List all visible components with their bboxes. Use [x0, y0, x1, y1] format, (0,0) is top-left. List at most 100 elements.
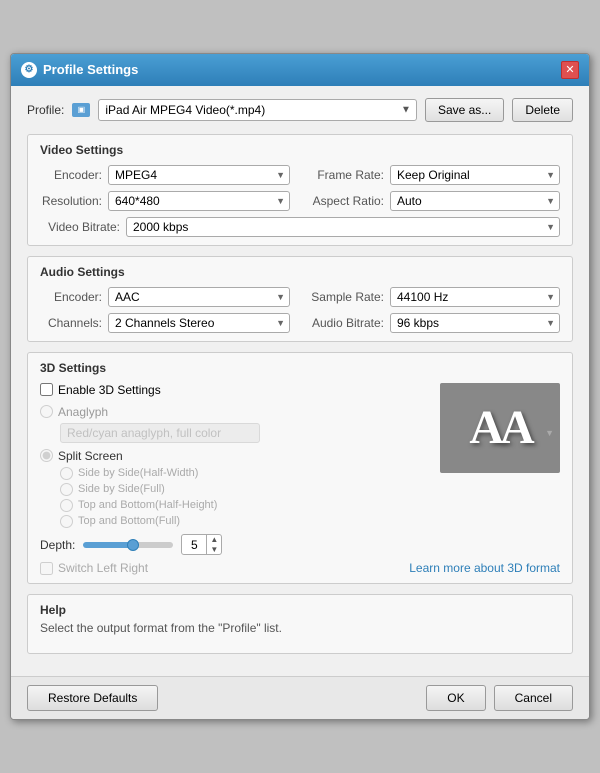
audio-encoder-select[interactable]: AAC: [108, 287, 290, 307]
frame-rate-label: Frame Rate:: [310, 168, 384, 182]
frame-rate-pair: Frame Rate: Keep Original ▼: [310, 165, 560, 185]
resolution-control: 640*480 ▼: [108, 191, 290, 211]
audio-bitrate-pair: Audio Bitrate: 96 kbps ▼: [310, 313, 560, 333]
main-content: Profile: ▣ iPad Air MPEG4 Video(*.mp4) ▼…: [11, 86, 589, 676]
learn-more-link[interactable]: Learn more about 3D format: [409, 561, 560, 575]
audio-row-2: Channels: 2 Channels Stereo ▼ Audio Bitr…: [40, 313, 560, 333]
frame-rate-control: Keep Original ▼: [390, 165, 560, 185]
switch-left-right-checkbox[interactable]: [40, 562, 53, 575]
help-title: Help: [40, 603, 560, 617]
depth-slider[interactable]: [83, 542, 173, 548]
aspect-ratio-label: Aspect Ratio:: [310, 194, 384, 208]
video-settings-section: Video Settings Encoder: MPEG4 ▼ Frame Ra…: [27, 134, 573, 246]
top-half-label[interactable]: Top and Bottom(Half-Height): [78, 499, 217, 511]
profile-select-wrap: iPad Air MPEG4 Video(*.mp4) ▼: [98, 99, 417, 121]
settings-3d-section: 3D Settings AA Enable 3D Settings Anagly…: [27, 352, 573, 584]
video-row-1: Encoder: MPEG4 ▼ Frame Rate: Keep Origin…: [40, 165, 560, 185]
app-icon: ⚙: [21, 62, 37, 78]
sample-rate-pair: Sample Rate: 44100 Hz ▼: [310, 287, 560, 307]
enable-3d-checkbox[interactable]: [40, 383, 53, 396]
depth-value: 5: [182, 537, 206, 553]
depth-label: Depth:: [40, 538, 75, 552]
audio-bitrate-select[interactable]: 96 kbps: [390, 313, 560, 333]
depth-spinner: ▲ ▼: [206, 535, 221, 554]
top-half-radio[interactable]: [60, 499, 73, 512]
audio-encoder-label: Encoder:: [40, 290, 102, 304]
encoder-label: Encoder:: [40, 168, 102, 182]
depth-decrement[interactable]: ▼: [207, 545, 221, 555]
profile-select[interactable]: iPad Air MPEG4 Video(*.mp4): [98, 99, 417, 121]
anaglyph-select[interactable]: Red/cyan anaglyph, full color: [60, 423, 260, 443]
profile-row: Profile: ▣ iPad Air MPEG4 Video(*.mp4) ▼…: [27, 98, 573, 122]
enable-3d-label[interactable]: Enable 3D Settings: [58, 383, 161, 397]
anaglyph-radio[interactable]: [40, 405, 53, 418]
help-section: Help Select the output format from the "…: [27, 594, 573, 654]
help-text: Select the output format from the "Profi…: [40, 621, 560, 635]
footer-right: OK Cancel: [426, 685, 573, 711]
side-full-radio[interactable]: [60, 483, 73, 496]
audio-row-1: Encoder: AAC ▼ Sample Rate: 44100 Hz: [40, 287, 560, 307]
cancel-button[interactable]: Cancel: [494, 685, 573, 711]
depth-value-box: 5 ▲ ▼: [181, 534, 222, 555]
side-half-label[interactable]: Side by Side(Half-Width): [78, 467, 198, 479]
ok-button[interactable]: OK: [426, 685, 485, 711]
aspect-ratio-pair: Aspect Ratio: Auto ▼: [310, 191, 560, 211]
audio-bitrate-control: 96 kbps ▼: [390, 313, 560, 333]
encoder-control: MPEG4 ▼: [108, 165, 290, 185]
audio-encoder-pair: Encoder: AAC ▼: [40, 287, 290, 307]
video-bitrate-label: Video Bitrate:: [40, 220, 120, 234]
aspect-ratio-control: Auto ▼: [390, 191, 560, 211]
video-bitrate-select[interactable]: 2000 kbps: [126, 217, 560, 237]
save-as-button[interactable]: Save as...: [425, 98, 504, 122]
video-settings-title: Video Settings: [40, 143, 560, 157]
switch-left-right-label[interactable]: Switch Left Right: [58, 561, 148, 575]
restore-defaults-button[interactable]: Restore Defaults: [27, 685, 158, 711]
split-screen-label[interactable]: Split Screen: [58, 449, 123, 463]
slider-thumb: [127, 539, 139, 551]
split-screen-radio[interactable]: [40, 449, 53, 462]
audio-bitrate-label: Audio Bitrate:: [310, 316, 384, 330]
frame-rate-select[interactable]: Keep Original: [390, 165, 560, 185]
title-bar: ⚙ Profile Settings ✕: [11, 54, 589, 86]
side-full-label[interactable]: Side by Side(Full): [78, 483, 165, 495]
window-title: Profile Settings: [43, 62, 138, 77]
anaglyph-label[interactable]: Anaglyph: [58, 405, 108, 419]
delete-button[interactable]: Delete: [512, 98, 573, 122]
profile-icon: ▣: [72, 103, 90, 117]
title-bar-left: ⚙ Profile Settings: [21, 62, 138, 78]
switch-label-wrap: Switch Left Right: [40, 561, 148, 575]
profile-settings-window: ⚙ Profile Settings ✕ Profile: ▣ iPad Air…: [10, 53, 590, 720]
switch-row: Switch Left Right Learn more about 3D fo…: [40, 561, 560, 575]
sample-rate-label: Sample Rate:: [310, 290, 384, 304]
video-row-3: Video Bitrate: 2000 kbps ▼: [40, 217, 560, 237]
video-row-2: Resolution: 640*480 ▼ Aspect Ratio: Auto: [40, 191, 560, 211]
audio-settings-title: Audio Settings: [40, 265, 560, 279]
anaglyph-select-arrow: ▼: [545, 428, 554, 438]
encoder-pair: Encoder: MPEG4 ▼: [40, 165, 290, 185]
side-full-row: Side by Side(Full): [60, 483, 560, 496]
resolution-pair: Resolution: 640*480 ▼: [40, 191, 290, 211]
resolution-select[interactable]: 640*480: [108, 191, 290, 211]
split-screen-options: Side by Side(Half-Width) Side by Side(Fu…: [60, 467, 560, 528]
aspect-ratio-select[interactable]: Auto: [390, 191, 560, 211]
channels-pair: Channels: 2 Channels Stereo ▼: [40, 313, 290, 333]
depth-increment[interactable]: ▲: [207, 535, 221, 545]
video-bitrate-control: 2000 kbps ▼: [126, 217, 560, 237]
footer: Restore Defaults OK Cancel: [11, 676, 589, 719]
channels-label: Channels:: [40, 316, 102, 330]
depth-row: Depth: 5 ▲ ▼: [40, 534, 560, 555]
close-button[interactable]: ✕: [561, 61, 579, 79]
sample-rate-select[interactable]: 44100 Hz: [390, 287, 560, 307]
sample-rate-control: 44100 Hz ▼: [390, 287, 560, 307]
channels-select[interactable]: 2 Channels Stereo: [108, 313, 290, 333]
anaglyph-select-wrap: Red/cyan anaglyph, full color ▼: [60, 423, 560, 443]
top-full-label[interactable]: Top and Bottom(Full): [78, 515, 180, 527]
settings-3d-title: 3D Settings: [40, 361, 560, 375]
audio-encoder-control: AAC ▼: [108, 287, 290, 307]
side-half-radio[interactable]: [60, 467, 73, 480]
encoder-select[interactable]: MPEG4: [108, 165, 290, 185]
top-full-radio[interactable]: [60, 515, 73, 528]
top-half-row: Top and Bottom(Half-Height): [60, 499, 560, 512]
audio-settings-section: Audio Settings Encoder: AAC ▼ Sample Rat…: [27, 256, 573, 342]
video-bitrate-pair: Video Bitrate: 2000 kbps ▼: [40, 217, 560, 237]
